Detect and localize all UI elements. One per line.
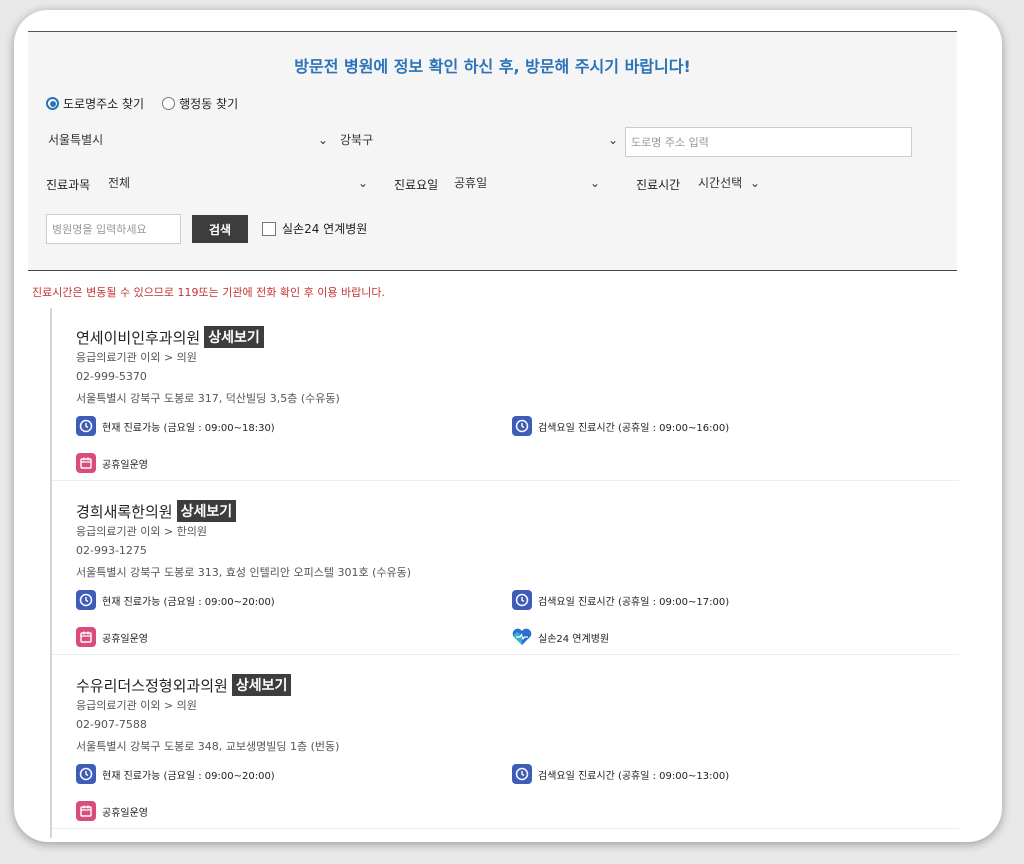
hospital-address: 서울특별시 강북구 도봉로 348, 교보생명빌딩 1층 (번동) (76, 740, 340, 753)
hospital-name-input[interactable]: 병원명을 입력하세요 (46, 214, 181, 244)
calendar-icon (76, 627, 96, 647)
notice-text: 진료시간은 변동될 수 있으므로 119또는 기관에 전화 확인 후 이용 바랍… (32, 286, 385, 299)
hospital-title: 수유리더스정형외과의원 상세보기 (76, 674, 292, 696)
current-hours: 현재 진료가능 (금요일 : 09:00~18:30) (76, 416, 275, 436)
chevron-down-icon: ⌄ (357, 175, 368, 190)
chevron-down-icon: ⌄ (317, 132, 328, 147)
district-value: 강북구 (340, 133, 374, 147)
radio-road-label: 도로명주소 찾기 (63, 97, 145, 111)
result-card: 연세이비인후과의원 상세보기 응급의료기관 이외 > 의원 02-999-537… (52, 308, 959, 481)
result-card: 경희새록한의원 상세보기 응급의료기관 이외 > 한의원 02-993-1275… (52, 482, 959, 655)
day-select[interactable]: 공휴일 ⌄ (454, 174, 600, 191)
current-hours: 현재 진료가능 (금요일 : 09:00~20:00) (76, 764, 275, 784)
city-value: 서울특별시 (48, 133, 104, 147)
clock-icon (76, 590, 96, 610)
hospital-title: 연세이비인후과의원 상세보기 (76, 326, 264, 348)
holiday-badge: 공휴일운영 (76, 453, 148, 473)
clock-icon (512, 416, 532, 436)
radio-admin-label: 행정동 찾기 (179, 97, 239, 111)
hospital-address: 서울특별시 강북구 도봉로 317, 덕산빌딩 3,5층 (수유동) (76, 392, 340, 405)
radio-unchecked-icon (162, 97, 176, 110)
search-day-hours: 검색요일 진료시간 (공휴일 : 09:00~17:00) (512, 590, 729, 610)
radio-checked-icon (46, 97, 59, 110)
hospital-phone: 02-907-7588 (76, 718, 147, 731)
hospital-address: 서울특별시 강북구 도봉로 313, 효성 인텔리안 오피스텔 301호 (수유… (76, 566, 412, 579)
result-card: 수유리더스정형외과의원 상세보기 응급의료기관 이외 > 의원 02-907-7… (52, 656, 959, 829)
detail-button[interactable]: 상세보기 (176, 500, 237, 522)
page-title: 방문전 병원에 정보 확인 하신 후, 방문해 주시기 바랍니다! (294, 57, 691, 76)
hospital-name: 경희새록한의원 (76, 502, 173, 521)
hospital-phone: 02-999-5370 (76, 370, 147, 383)
silson-text: 실손24 연계병원 (538, 633, 610, 645)
road-address-placeholder: 도로명 주소 입력 (631, 136, 709, 149)
radio-admin-district[interactable]: 행정동 찾기 (162, 95, 238, 112)
hospital-name: 수유리더스정형외과의원 (76, 676, 228, 695)
checkbox-icon[interactable] (262, 221, 276, 236)
search-day-hours: 검색요일 진료시간 (공휴일 : 09:00~13:00) (512, 764, 729, 784)
hospital-category: 응급의료기관 이외 > 의원 (76, 351, 197, 364)
chevron-down-icon: ⌄ (589, 175, 600, 190)
search-day-hours-text: 검색요일 진료시간 (공휴일 : 09:00~13:00) (538, 770, 730, 782)
hospital-phone: 02-993-1275 (76, 544, 147, 557)
silson-filter-checkbox[interactable]: 실손24 연계병원 (262, 220, 367, 237)
heart-icon (512, 627, 532, 647)
detail-button[interactable]: 상세보기 (231, 674, 292, 696)
address-type-radios: 도로명주소 찾기 행정동 찾기 (46, 95, 238, 112)
city-select[interactable]: 서울특별시 ⌄ (48, 131, 328, 148)
hospital-title: 경희새록한의원 상세보기 (76, 500, 237, 522)
district-select[interactable]: 강북구 ⌄ (340, 131, 618, 148)
dept-label: 진료과목 (46, 178, 91, 192)
time-select[interactable]: 시간선택 ⌄ (698, 174, 760, 191)
hospital-category: 응급의료기관 이외 > 한의원 (76, 525, 208, 538)
road-address-input[interactable]: 도로명 주소 입력 (625, 127, 912, 157)
chevron-down-icon: ⌄ (749, 175, 760, 190)
hospital-name-placeholder: 병원명을 입력하세요 (52, 223, 147, 236)
chevron-down-icon: ⌄ (607, 132, 618, 147)
holiday-text: 공휴일운영 (102, 633, 148, 645)
current-hours-text: 현재 진료가능 (금요일 : 09:00~18:30) (102, 422, 275, 434)
search-day-hours-text: 검색요일 진료시간 (공휴일 : 09:00~16:00) (538, 422, 730, 434)
clock-icon (512, 590, 532, 610)
calendar-icon (76, 801, 96, 821)
search-button[interactable]: 검색 (192, 215, 248, 243)
results-list: 연세이비인후과의원 상세보기 응급의료기관 이외 > 의원 02-999-537… (50, 308, 959, 838)
dept-select[interactable]: 전체 ⌄ (108, 174, 368, 191)
current-hours-text: 현재 진료가능 (금요일 : 09:00~20:00) (102, 596, 275, 608)
calendar-icon (76, 453, 96, 473)
current-hours-text: 현재 진료가능 (금요일 : 09:00~20:00) (102, 770, 275, 782)
day-value: 공휴일 (454, 176, 488, 190)
time-label: 진료시간 (636, 178, 681, 192)
clock-icon (76, 416, 96, 436)
hospital-category: 응급의료기관 이외 > 의원 (76, 699, 197, 712)
dept-value: 전체 (108, 176, 131, 190)
silson-badge: 실손24 연계병원 (512, 627, 609, 647)
search-day-hours-text: 검색요일 진료시간 (공휴일 : 09:00~17:00) (538, 596, 730, 608)
search-day-hours: 검색요일 진료시간 (공휴일 : 09:00~16:00) (512, 416, 729, 436)
detail-button[interactable]: 상세보기 (204, 326, 264, 348)
silson-filter-label: 실손24 연계병원 (282, 222, 368, 236)
hospital-name: 연세이비인후과의원 (76, 328, 201, 347)
clock-icon (512, 764, 532, 784)
holiday-text: 공휴일운영 (102, 807, 148, 819)
clock-icon (76, 764, 96, 784)
day-label: 진료요일 (394, 178, 439, 192)
search-panel: 방문전 병원에 정보 확인 하신 후, 방문해 주시기 바랍니다! 도로명주소 … (28, 32, 957, 271)
current-hours: 현재 진료가능 (금요일 : 09:00~20:00) (76, 590, 275, 610)
holiday-badge: 공휴일운영 (76, 627, 148, 647)
time-value: 시간선택 (698, 176, 743, 190)
radio-road-address[interactable]: 도로명주소 찾기 (46, 95, 144, 112)
holiday-badge: 공휴일운영 (76, 801, 148, 821)
holiday-text: 공휴일운영 (102, 459, 148, 471)
